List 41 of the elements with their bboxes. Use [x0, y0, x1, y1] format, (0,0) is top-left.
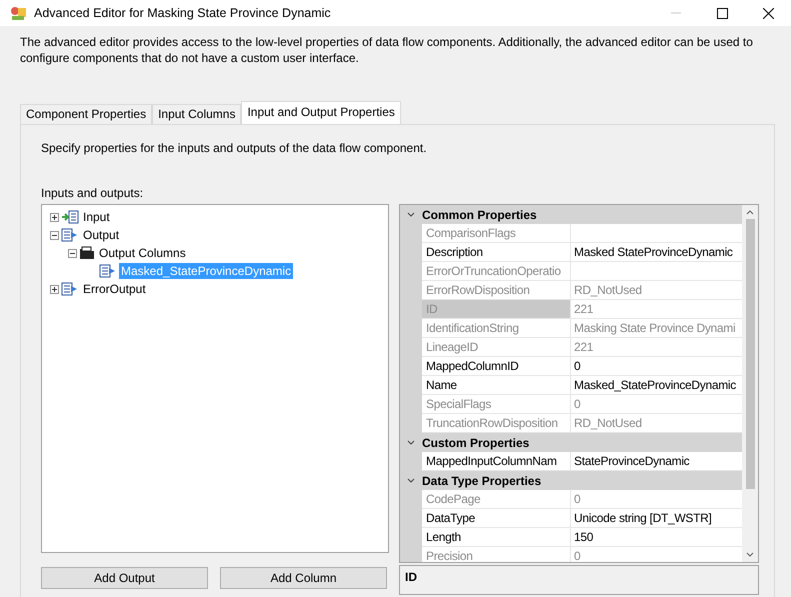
tree-item[interactable]: Output Columns: [97, 245, 188, 261]
property-name[interactable]: Description: [422, 243, 571, 262]
output-icon: [99, 264, 117, 278]
category-heading: Custom Properties: [422, 434, 530, 452]
collapse-icon[interactable]: [50, 230, 59, 240]
action-button[interactable]: Add Column: [220, 567, 387, 589]
close-icon: [762, 8, 774, 18]
collapse-chevron-icon[interactable]: [407, 212, 415, 218]
property-description-title: ID: [405, 570, 417, 584]
property-name[interactable]: DataType: [422, 509, 571, 528]
tree-label: Inputs and outputs:: [41, 186, 144, 200]
category-heading: Common Properties: [422, 206, 537, 224]
output-icon: [61, 228, 79, 242]
tab[interactable]: Input Columns: [152, 104, 242, 124]
property-name[interactable]: Length: [422, 528, 571, 547]
category-heading: Data Type Properties: [422, 472, 542, 490]
window-title: Advanced Editor for Masking State Province Dynamic: [34, 4, 331, 22]
scroll-down-icon[interactable]: [746, 552, 754, 558]
panel-hint: Specify properties for the inputs and outputs of the data flow component.: [41, 140, 428, 157]
app-icon: [10, 5, 28, 21]
tree-item[interactable]: Input: [81, 209, 112, 225]
folder-icon: [79, 246, 95, 260]
expand-icon[interactable]: [50, 284, 59, 294]
collapse-chevron-icon[interactable]: [407, 478, 415, 484]
input-icon: [61, 210, 79, 224]
tree-item[interactable]: Output: [81, 227, 122, 243]
scroll-thumb[interactable]: [746, 219, 754, 489]
tab[interactable]: Component Properties: [20, 104, 152, 124]
tree-item[interactable]: ErrorOutput: [81, 281, 148, 297]
output-icon: [61, 282, 79, 296]
collapse-icon[interactable]: [68, 248, 77, 258]
collapse-chevron-icon[interactable]: [407, 440, 415, 446]
property-name[interactable]: MappedColumnID: [422, 357, 571, 376]
scroll-up-icon[interactable]: [746, 209, 754, 215]
scrollbar[interactable]: [742, 205, 758, 562]
action-button[interactable]: Add Output: [41, 567, 208, 589]
maximize-icon: [716, 8, 728, 18]
tab[interactable]: Input and Output Properties: [241, 101, 401, 124]
expand-icon[interactable]: [50, 212, 59, 222]
intro-text: The advanced editor provides access to the low-level properties of data flow components. Additionally, the advanced editor can be used to configure components that do not have a custom user interface.: [20, 34, 754, 67]
property-name[interactable]: Name: [422, 376, 571, 395]
